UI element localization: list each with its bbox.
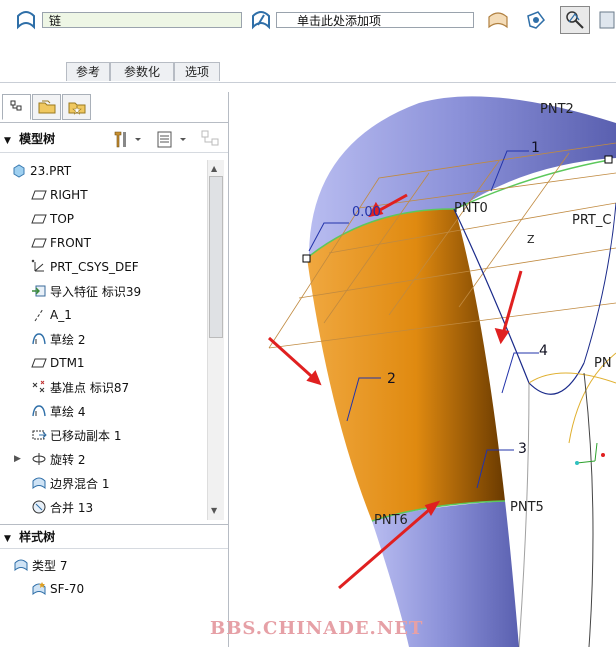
watermark-text: BBS.CHINADE.NET <box>210 618 424 639</box>
point-label-pn: PN <box>594 356 612 371</box>
tree-item-dtm1[interactable]: DTM1 <box>30 351 235 375</box>
moved-copy-icon <box>30 427 48 443</box>
tree-item-front[interactable]: FRONT <box>30 231 235 255</box>
tree-item-csys[interactable]: PRT_CSYS_DEF <box>30 255 235 279</box>
axis-label-z: Z <box>527 233 535 246</box>
point-label-pnt5: PNT5 <box>510 500 544 515</box>
style-tree-item-sf70[interactable]: SF-70 <box>30 577 235 601</box>
style-tree-header: ▼ 样式树 <box>4 526 226 548</box>
datum-plane-icon <box>30 355 48 371</box>
boundary-blend-icon <box>30 475 48 491</box>
tree-item-label: FRONT <box>50 236 91 250</box>
tree-item-label: 类型 7 <box>32 558 68 573</box>
revolve-icon <box>30 451 48 467</box>
scroll-up-icon[interactable]: ▲ <box>211 164 217 173</box>
tab-parameterization[interactable]: 参数化 <box>110 62 174 81</box>
part-icon <box>10 163 28 179</box>
import-feature-icon <box>30 283 48 299</box>
chain-number-1[interactable]: 1 <box>531 140 540 156</box>
tension-value-label[interactable]: 0.00 <box>352 205 381 220</box>
datum-plane-icon <box>30 187 48 203</box>
folder-browser-tab-icon[interactable] <box>32 94 61 120</box>
point-label-pnt0: PNT0 <box>454 201 488 216</box>
datum-plane-icon <box>30 235 48 251</box>
tree-item-label: 草绘 4 <box>50 404 86 419</box>
tree-item-label: 旋转 2 <box>50 452 86 467</box>
style-tree-item-type[interactable]: 类型 7 <box>12 553 217 577</box>
surface-type-icon <box>12 557 30 573</box>
tree-item-moved-copy[interactable]: 已移动副本 1 <box>30 423 235 447</box>
model-tree-tab-icon[interactable] <box>2 94 31 120</box>
datum-point-icon <box>30 379 48 395</box>
tree-item-label: SF-70 <box>50 582 85 596</box>
csys-icon <box>30 259 48 275</box>
model-tree-title: 模型树 <box>19 132 56 146</box>
show-options-icon[interactable] <box>155 129 189 152</box>
tree-item-label: 导入特征 标识39 <box>50 284 142 299</box>
tab-options[interactable]: 选项 <box>174 62 220 81</box>
graphics-window[interactable]: 0.00 PNT2 PNT0 PRT_C PNT6 PNT5 PN Z 1 2 … <box>229 83 616 647</box>
tree-item-part[interactable]: 23.PRT <box>10 159 215 183</box>
tree-item-label: DTM1 <box>50 356 85 370</box>
scroll-thumb[interactable] <box>209 176 223 338</box>
tree-item-label: 23.PRT <box>30 164 72 178</box>
preview-surface-icon[interactable] <box>484 7 512 33</box>
tree-item-datum-point[interactable]: 基准点 标识87 <box>30 375 235 399</box>
settings-tools-icon[interactable] <box>112 129 142 152</box>
add-item-collector-field[interactable]: 单击此处添加项 <box>276 12 474 28</box>
point-label-csys: PRT_C <box>572 213 612 228</box>
tree-item-label: RIGHT <box>50 188 88 202</box>
more-options-icon[interactable] <box>598 7 616 33</box>
filter-icon[interactable] <box>200 129 222 152</box>
surface-feature-icon <box>30 581 48 597</box>
chain-number-3[interactable]: 3 <box>518 441 527 457</box>
tree-item-label: 基准点 标识87 <box>50 380 130 395</box>
tree-item-revolve[interactable]: ▶ 旋转 2 <box>14 447 219 471</box>
tree-item-boundary-blend[interactable]: 边界混合 1 <box>30 471 235 495</box>
favorites-tab-icon[interactable] <box>62 94 91 120</box>
model-view <box>267 96 616 647</box>
tree-item-merge[interactable]: 合并 13 <box>30 495 235 519</box>
chain-number-4[interactable]: 4 <box>539 343 548 359</box>
tree-item-label: A_1 <box>50 308 72 322</box>
tree-item-label: 已移动副本 1 <box>50 428 122 443</box>
point-label-pnt6: PNT6 <box>374 513 408 528</box>
navigator-panel: ▼ 模型树 23.PRT RIGHT TOP FRONT PRT_CSYS_DE <box>0 92 229 647</box>
boundary-blend-dashboard: 链 单击此处添加项 参考 参数化 选项 <box>0 0 616 83</box>
datum-plane-icon <box>30 211 48 227</box>
point-label-pnt2: PNT2 <box>540 102 574 117</box>
style-tree-title: 样式树 <box>19 530 56 544</box>
tree-item-sketch-4[interactable]: 草绘 4 <box>30 399 235 423</box>
merge-icon <box>30 499 48 515</box>
chain-number-2[interactable]: 2 <box>387 371 396 387</box>
tree-item-label: 边界混合 1 <box>50 476 110 491</box>
model-tree: 23.PRT RIGHT TOP FRONT PRT_CSYS_DEF 导入特征… <box>0 159 206 523</box>
verify-mode-icon[interactable] <box>560 6 590 34</box>
chain-collector-field[interactable]: 链 <box>42 12 242 28</box>
tree-item-label: PRT_CSYS_DEF <box>50 260 139 274</box>
navigator-tabs <box>2 94 92 122</box>
tree-item-top[interactable]: TOP <box>30 207 235 231</box>
pause-icon[interactable] <box>522 7 550 33</box>
tree-item-sketch-2[interactable]: 草绘 2 <box>30 327 235 351</box>
model-tree-scrollbar[interactable]: ▲ ▼ <box>207 160 224 520</box>
scroll-down-icon[interactable]: ▼ <box>211 506 217 515</box>
first-direction-icon[interactable] <box>12 7 40 33</box>
tree-item-axis[interactable]: A_1 <box>30 303 235 327</box>
datum-axis-icon <box>30 307 48 323</box>
collapse-arrow-icon[interactable]: ▼ <box>4 534 11 544</box>
tree-item-label: 草绘 2 <box>50 332 86 347</box>
tree-item-import-feature[interactable]: 导入特征 标识39 <box>30 279 235 303</box>
collapse-arrow-icon[interactable]: ▼ <box>4 136 11 146</box>
tree-item-right[interactable]: RIGHT <box>30 183 235 207</box>
expand-arrow-icon[interactable]: ▶ <box>14 454 30 464</box>
sketch-icon <box>30 331 48 347</box>
tree-item-label: TOP <box>50 212 75 226</box>
second-direction-icon[interactable] <box>247 7 275 33</box>
tree-item-label: 合并 13 <box>50 500 94 515</box>
sketch-icon <box>30 403 48 419</box>
tab-references[interactable]: 参考 <box>66 62 110 81</box>
